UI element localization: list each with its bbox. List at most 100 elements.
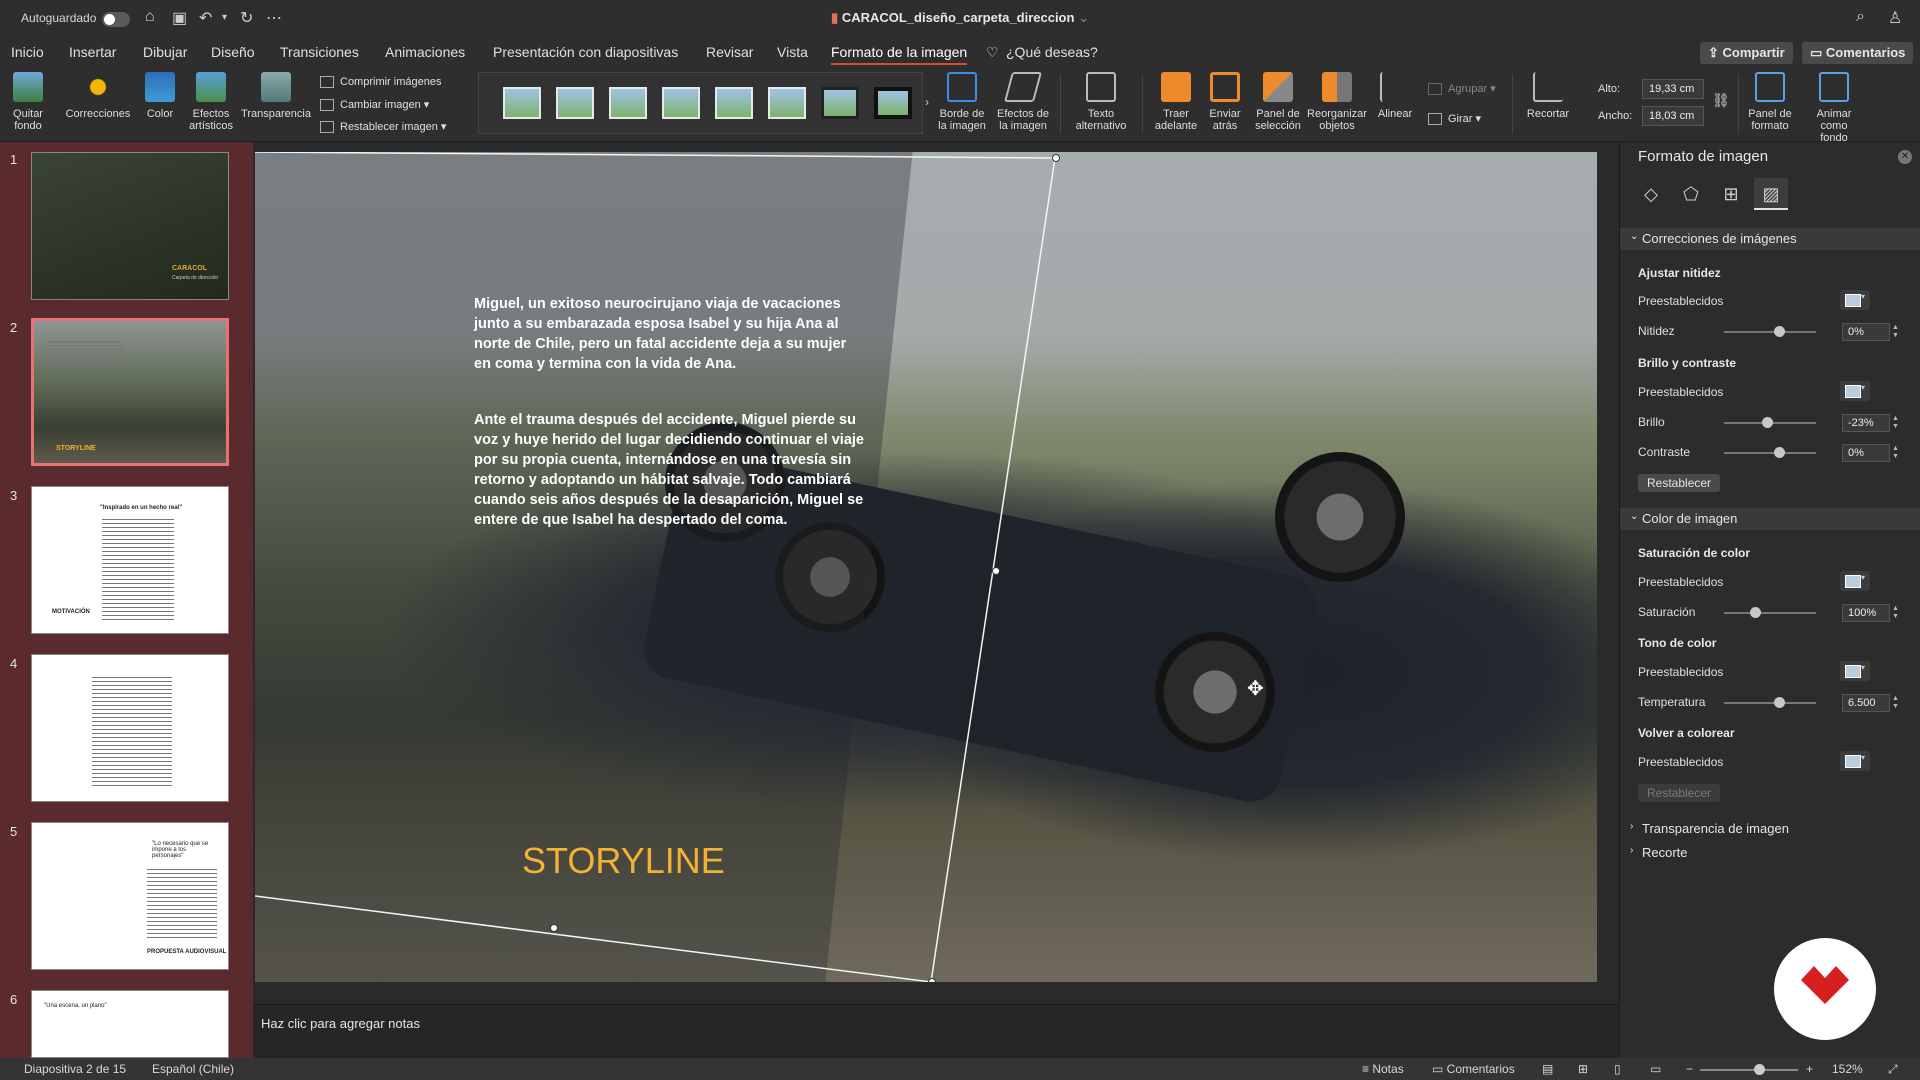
share-profile-icon[interactable]: ♙	[1888, 8, 1902, 28]
slide-sorter-icon[interactable]: ⊞	[1578, 1062, 1588, 1076]
resize-handle[interactable]	[1052, 154, 1060, 162]
slide-thumb-1[interactable]: CARACOL Carpeta de dirección	[31, 152, 229, 300]
picture-tab-icon[interactable]: ▨	[1754, 178, 1788, 210]
picture-border-button[interactable]: Borde de la imagen	[936, 72, 988, 132]
tab-formato-imagen[interactable]: Formato de la imagen	[831, 44, 968, 65]
slider-knob[interactable]	[1774, 326, 1785, 337]
saturation-value[interactable]: 100%	[1842, 604, 1890, 622]
selection-pane-button[interactable]: Panel de selección	[1252, 72, 1304, 132]
picture-effects-button[interactable]: Efectos de la imagen	[994, 72, 1052, 132]
contrast-value[interactable]: 0%	[1842, 444, 1890, 462]
tab-diseno[interactable]: Diseño	[211, 44, 255, 60]
send-backward-button[interactable]: Enviar atrás	[1204, 72, 1246, 132]
style-thumb[interactable]	[768, 87, 806, 119]
arrange-button[interactable]: Reorganizar objetos	[1306, 72, 1368, 132]
bring-forward-button[interactable]: Traer adelante	[1150, 72, 1202, 132]
reset-image-button[interactable]: Restablecer imagen ▾	[320, 120, 446, 134]
compress-images-button[interactable]: Comprimir imágenes	[320, 76, 441, 89]
tab-transiciones[interactable]: Transiciones	[280, 44, 359, 60]
tab-inicio[interactable]: Inicio	[11, 44, 44, 60]
brightness-presets-dropdown[interactable]	[1840, 381, 1870, 401]
tab-presentacion[interactable]: Presentación con diapositivas	[493, 44, 678, 60]
zoom-in-icon[interactable]: +	[1806, 1062, 1813, 1076]
section-image-color[interactable]: ⌄ Color de imagen	[1620, 508, 1920, 530]
share-button[interactable]: ⇪ Compartir	[1700, 42, 1793, 64]
tell-me-search[interactable]: ¿Qué deseas?	[1006, 44, 1098, 60]
stepper-icon[interactable]: ▲ ▼	[1892, 445, 1899, 461]
slideshow-icon[interactable]: ▭	[1650, 1062, 1661, 1076]
resize-handle[interactable]	[550, 924, 558, 932]
temperature-value[interactable]: 6.500	[1842, 694, 1890, 712]
slide-thumb-3[interactable]: "Inspirado en un hecho real" MOTIVACIÓN	[31, 486, 229, 634]
effects-tab-icon[interactable]: ⬠	[1674, 178, 1708, 210]
style-thumb[interactable]	[874, 87, 912, 119]
brightness-slider[interactable]	[1724, 417, 1816, 428]
section-transparency[interactable]: › Transparencia de imagen	[1620, 818, 1920, 840]
transparency-button[interactable]: Transparencia	[240, 72, 312, 120]
style-thumb[interactable]	[662, 87, 700, 119]
remove-background-button[interactable]: Quitar fondo	[8, 72, 48, 132]
size-tab-icon[interactable]: ⊞	[1714, 178, 1748, 210]
zoom-knob[interactable]	[1754, 1064, 1765, 1075]
resize-handle[interactable]	[992, 567, 1000, 575]
gallery-more-icon[interactable]: ›	[925, 95, 929, 109]
section-crop[interactable]: › Recorte	[1620, 842, 1920, 864]
style-thumb[interactable]	[556, 87, 594, 119]
reading-view-icon[interactable]: ▯	[1614, 1062, 1621, 1076]
group-button[interactable]: Agrupar ▾	[1428, 82, 1496, 96]
tab-insertar[interactable]: Insertar	[69, 44, 116, 60]
animate-background-button[interactable]: Animar como fondo	[1806, 72, 1862, 144]
title-chevron-icon[interactable]: ⌄	[1078, 10, 1089, 25]
change-image-button[interactable]: Cambiar imagen ▾	[320, 98, 429, 112]
slider-knob[interactable]	[1774, 697, 1785, 708]
comments-button[interactable]: ▭ Comentarios	[1802, 42, 1914, 64]
reset-corrections-button[interactable]: Restablecer	[1638, 474, 1721, 492]
stepper-icon[interactable]: ▲ ▼	[1892, 605, 1899, 621]
alt-text-button[interactable]: Texto alternativo	[1068, 72, 1134, 132]
normal-view-icon[interactable]: ▤	[1542, 1062, 1553, 1076]
language-indicator[interactable]: Español (Chile)	[152, 1062, 234, 1076]
align-button[interactable]: Alinear	[1374, 72, 1416, 120]
format-pane-button[interactable]: Panel de formato	[1744, 72, 1796, 132]
saturation-slider[interactable]	[1724, 607, 1816, 618]
saturation-presets-dropdown[interactable]	[1840, 571, 1870, 591]
slider-knob[interactable]	[1750, 607, 1761, 618]
style-thumb[interactable]	[821, 87, 859, 119]
notes-placeholder[interactable]: Haz clic para agregar notas	[261, 1016, 420, 1031]
tab-revisar[interactable]: Revisar	[706, 44, 753, 60]
notes-pane[interactable]: Haz clic para agregar notas	[253, 1004, 1619, 1058]
corrections-button[interactable]: Correcciones	[64, 72, 132, 120]
slide-thumb-5[interactable]: "Lo necesario que se impone a los person…	[31, 822, 229, 970]
sharpness-slider[interactable]	[1724, 326, 1816, 337]
style-thumb[interactable]	[715, 87, 753, 119]
fill-line-tab-icon[interactable]: ◇	[1634, 178, 1668, 210]
sharpness-presets-dropdown[interactable]	[1840, 290, 1870, 310]
brightness-value[interactable]: -23%	[1842, 414, 1890, 432]
search-icon[interactable]: ⌕	[1856, 8, 1865, 26]
style-thumb[interactable]	[609, 87, 647, 119]
sharpness-value[interactable]: 0%	[1842, 323, 1890, 341]
zoom-out-icon[interactable]: −	[1686, 1062, 1693, 1076]
width-input[interactable]: 18,03 cm	[1642, 106, 1704, 126]
contrast-slider[interactable]	[1724, 447, 1816, 458]
lock-aspect-icon[interactable]: ⛓	[1712, 92, 1730, 109]
slide-thumb-2[interactable]: STORYLINE	[31, 318, 229, 466]
stepper-icon[interactable]: ▲ ▼	[1892, 415, 1899, 431]
crop-button[interactable]: Recortar	[1520, 72, 1576, 120]
style-thumb[interactable]	[503, 87, 541, 119]
slide-2[interactable]: Miguel, un exitoso neurocirujano viaja d…	[255, 152, 1597, 982]
recolor-presets-dropdown[interactable]	[1840, 751, 1870, 771]
color-button[interactable]: Color	[140, 72, 180, 120]
tone-presets-dropdown[interactable]	[1840, 661, 1870, 681]
height-input[interactable]: 19,33 cm	[1642, 79, 1704, 99]
slide-thumb-4[interactable]	[31, 654, 229, 802]
zoom-level[interactable]: 152%	[1832, 1062, 1863, 1076]
rotate-button[interactable]: Girar ▾	[1428, 112, 1481, 126]
zoom-slider[interactable]	[1700, 1064, 1798, 1075]
tab-vista[interactable]: Vista	[777, 44, 808, 60]
comments-toggle[interactable]: ▭ Comentarios	[1432, 1062, 1515, 1076]
reset-color-button[interactable]: Restablecer	[1638, 784, 1721, 802]
slide-thumb-6[interactable]: "Una escena, un plano"	[31, 990, 229, 1058]
slider-knob[interactable]	[1762, 417, 1773, 428]
fit-to-window-icon[interactable]: ⤢	[1888, 1062, 1898, 1077]
